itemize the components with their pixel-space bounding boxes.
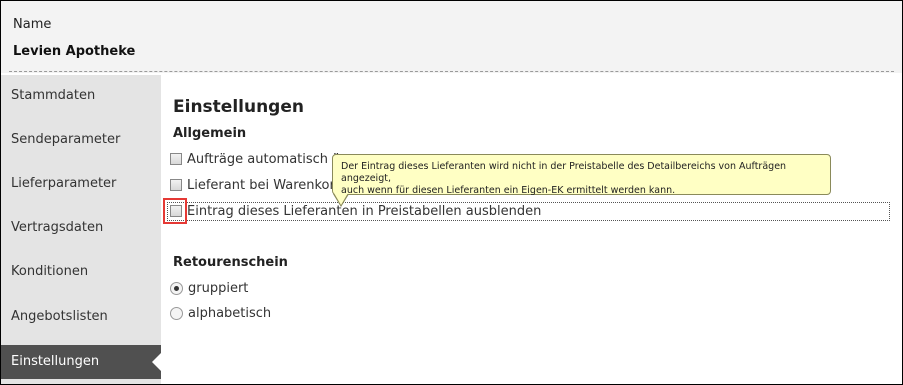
settings-panel: Einstellungen Allgemein Aufträge automat… (161, 75, 902, 384)
auto-orders-label: Aufträge automatisch ü (187, 152, 341, 167)
supplier-receiving-label: Lieferant bei Warenkor (187, 178, 335, 193)
sidebar-item-stammdaten[interactable]: Stammdaten (1, 79, 161, 113)
tooltip-line-1: Der Eintrag dieses Lieferanten wird nich… (341, 161, 787, 184)
section-heading-allgemein: Allgemein (173, 126, 247, 141)
sidebar-item-label: Einstellungen (11, 354, 100, 369)
gruppiert-radio[interactable] (170, 282, 183, 295)
tooltip: Der Eintrag dieses Lieferanten wird nich… (332, 154, 831, 196)
sidebar-item-vertragsdaten[interactable]: Vertragsdaten (1, 211, 161, 245)
section-heading-retourenschein: Retourenschein (173, 255, 288, 270)
sidebar-item-label: Lieferparameter (11, 176, 117, 191)
sidebar-item-angebotslisten[interactable]: Angebotslisten (1, 300, 161, 334)
supplier-window: Name Levien Apotheke Stammdaten Sendepar… (0, 0, 903, 385)
sidebar-item-label: Stammdaten (11, 88, 96, 103)
sidebar-item-sendeparameter[interactable]: Sendeparameter (1, 123, 161, 157)
tooltip-pointer (334, 193, 348, 205)
gruppiert-label: gruppiert (188, 281, 249, 296)
sidebar-item-label: Vertragsdaten (11, 220, 104, 235)
supplier-name: Levien Apotheke (13, 44, 136, 59)
page-title: Einstellungen (173, 97, 304, 117)
active-indicator (152, 353, 161, 371)
sidebar-item-label: Sendeparameter (11, 132, 121, 147)
tooltip-line-2: auch wenn für diesen Lieferanten ein Eig… (341, 185, 676, 196)
name-label: Name (13, 17, 52, 32)
sidebar-item-label: Konditionen (11, 264, 89, 279)
focus-outline (167, 202, 890, 221)
sidebar-item-label: Angebotslisten (11, 309, 108, 324)
header-divider (9, 71, 894, 72)
alphabetisch-label: alphabetisch (188, 306, 272, 321)
sidebar-item-einstellungen[interactable]: Einstellungen (1, 345, 161, 379)
sidebar-item-konditionen[interactable]: Konditionen (1, 255, 161, 289)
auto-orders-checkbox[interactable] (170, 153, 182, 165)
settings-sidebar: Stammdaten Sendeparameter Lieferparamete… (1, 75, 161, 384)
checkbox-highlight-marker (163, 198, 187, 224)
supplier-header: Name Levien Apotheke (1, 1, 902, 73)
sidebar-item-lieferparameter[interactable]: Lieferparameter (1, 167, 161, 201)
supplier-receiving-checkbox[interactable] (170, 179, 182, 191)
alphabetisch-radio[interactable] (170, 307, 183, 320)
